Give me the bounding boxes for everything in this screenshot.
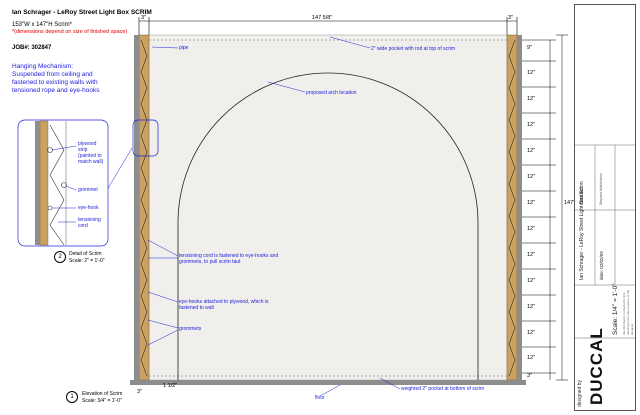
title-block-disclaimer: the information contained in this drawin… [622, 289, 634, 335]
dim-bottom-left: 3" [137, 389, 143, 395]
elevation-caption-title: Elevation of Scrim [82, 391, 123, 397]
dim-right-5: 12" [527, 174, 536, 180]
title-block: designed by DUCCAL Scale: 1/4" = 1'-0" t… [574, 4, 636, 411]
floor-slab [130, 380, 526, 385]
ducal-logo: DUCCAL [587, 327, 606, 405]
label-top-pocket: 2" wide pocket with rod at top of scrim [371, 46, 456, 52]
left-wall [134, 35, 139, 380]
label-pipe: pipe [179, 45, 189, 51]
detail-number: 2 [54, 251, 66, 263]
label-floor: floor [315, 395, 325, 401]
dim-right-12: 12" [527, 355, 536, 361]
detail-caption-scale: Scale: 2" = 1'-0" [69, 258, 105, 264]
label-bottom-pocket: weighted 2" pocket at bottom of scrim [401, 386, 485, 392]
dim-right-8: 12" [527, 252, 536, 258]
dim-top-right: 3" [508, 15, 514, 21]
label-eye-hooks: eye-hooks attached to plywood, which is … [179, 299, 269, 311]
detail-caption-title: Detail of Scrim [69, 251, 102, 257]
dim-right-0: 9" [527, 45, 533, 51]
right-dimension-ticks [522, 34, 568, 381]
title-block-date: date: 02/02/09 [599, 251, 604, 280]
dim-right-4: 12" [527, 148, 536, 154]
dim-right-1: 12" [527, 70, 536, 76]
label-tensioning-cord-detail: tensioning cord [78, 217, 101, 229]
dim-bottom-offset: 1 1/2" [163, 383, 178, 389]
dim-right-2: 12" [527, 96, 536, 102]
label-eye-hook: eye-hook [78, 205, 99, 211]
dim-right-9: 12" [527, 278, 536, 284]
dim-right-6: 12" [527, 200, 536, 206]
label-grommets: grommets [179, 326, 202, 332]
dim-right-11: 12" [527, 330, 536, 336]
elevation-number: 1 [66, 391, 78, 403]
dim-top-width: 147 5/8" [312, 15, 333, 21]
title-block-contact-label: contact: [579, 185, 585, 205]
dim-top-left: 3" [141, 15, 147, 21]
label-tensioning-cord: tensioning cord is fastened to eye-hooks… [179, 253, 279, 265]
right-wall [517, 35, 522, 380]
label-plywood-strip: plywood strip (painted to match wall) [78, 141, 104, 165]
designed-by-label: designed by [577, 380, 583, 407]
dim-bottom-right: 3" [527, 373, 533, 379]
dim-right-10: 12" [527, 304, 536, 310]
title-block-scale: Scale: 1/4" = 1'-0" [612, 283, 619, 335]
scrim-panel [148, 34, 508, 381]
dim-right-3: 12" [527, 122, 536, 128]
label-arch: proposed arch location [306, 90, 357, 96]
title-block-contact-info: Stephen Hutchinson [599, 173, 603, 205]
elevation-caption-scale: Scale: 3/4" = 1'-0" [82, 398, 122, 404]
dim-right-7: 12" [527, 226, 536, 232]
label-grommet: grommet [78, 187, 98, 193]
